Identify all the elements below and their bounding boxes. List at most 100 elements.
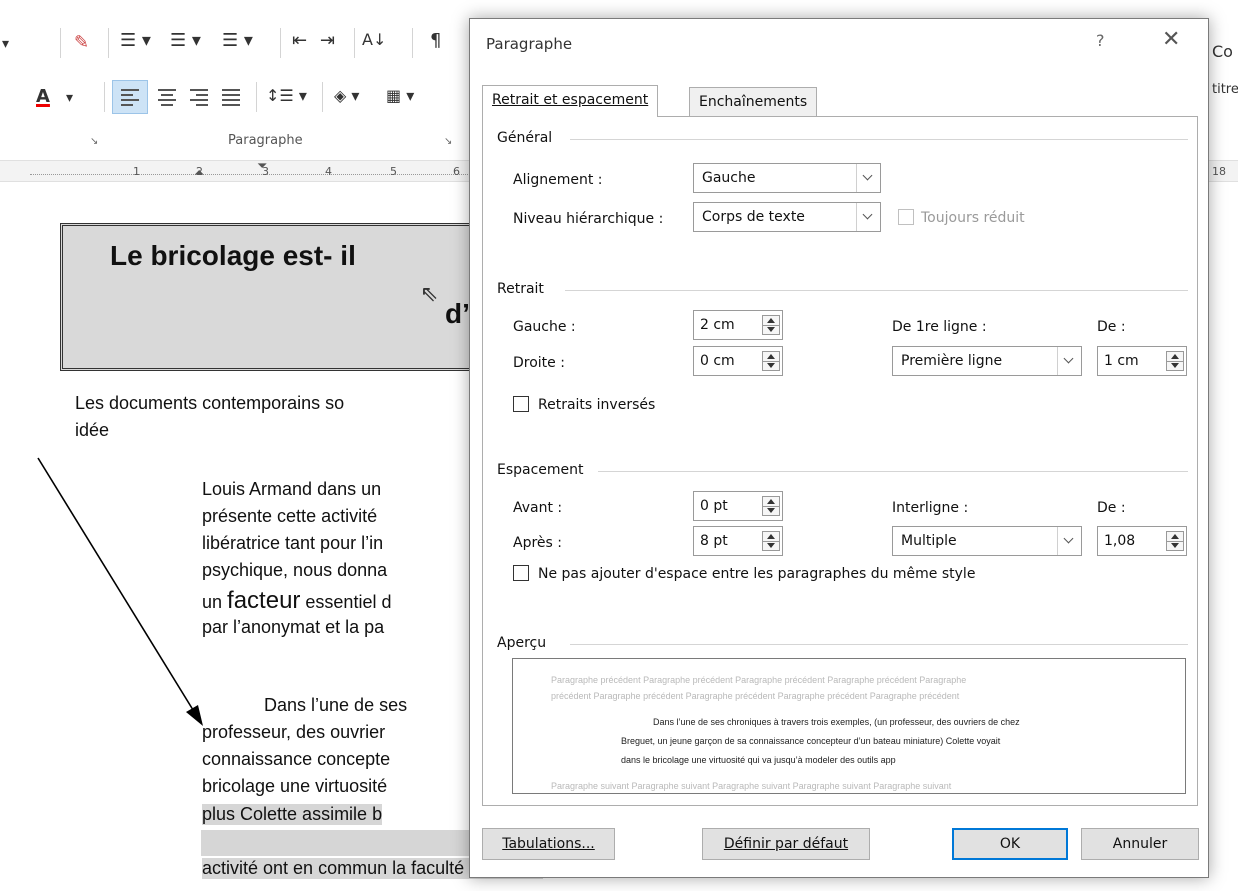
- tabs-button[interactable]: Tabulations...: [482, 828, 615, 860]
- button-label: OK: [999, 836, 1021, 852]
- spacing-after-spinner[interactable]: 8 pt: [693, 526, 783, 556]
- separator: [104, 82, 105, 112]
- style-fragment: Co: [1212, 42, 1233, 61]
- indent-right-label: Droite :: [513, 355, 565, 371]
- justify-icon[interactable]: [222, 89, 240, 109]
- paragraph-launcher-icon[interactable]: ↘: [444, 136, 452, 147]
- special-indent-select[interactable]: Première ligne: [892, 346, 1082, 376]
- doc-text-segment: essentiel d: [300, 592, 392, 612]
- ruler-number: 6: [453, 165, 460, 178]
- tab-line-page-breaks[interactable]: Enchaînements: [689, 87, 818, 117]
- spinner-value: 0 cm: [700, 353, 735, 369]
- chevron-down-icon: [1057, 527, 1081, 555]
- separator: [412, 28, 413, 58]
- button-label: Annuler: [1112, 836, 1168, 852]
- indent-right-spinner[interactable]: 0 cm: [693, 346, 783, 376]
- borders-icon[interactable]: ▦ ▾: [386, 86, 414, 105]
- special-indent-label: De 1re ligne :: [892, 319, 987, 335]
- numbering-icon[interactable]: ☰ ▾: [170, 30, 201, 51]
- spinner-arrows-icon[interactable]: [762, 351, 780, 371]
- style-fragment: titre: [1212, 82, 1238, 97]
- dropdown-arrow-icon[interactable]: ▾: [66, 90, 73, 106]
- preview-previous-line: précédent Paragraphe précédent Paragraph…: [551, 691, 960, 701]
- hanging-indent-marker-icon[interactable]: ⏶: [194, 167, 204, 180]
- doc-paragraph-line: idée: [75, 420, 110, 440]
- section-divider: [570, 139, 1188, 140]
- dialog-launcher-icon[interactable]: ↘: [90, 136, 98, 147]
- spinner-arrows-icon[interactable]: [762, 531, 780, 551]
- line-spacing-label: Interligne :: [892, 500, 969, 516]
- outline-level-label: Niveau hiérarchique :: [513, 211, 664, 227]
- decrease-indent-icon[interactable]: ⇤: [292, 30, 307, 51]
- ribbon-group-label: Paragraphe: [228, 133, 303, 148]
- preview-current-line: Dans l’une de ses chroniques à travers t…: [653, 717, 1020, 727]
- ruler-number: 18: [1212, 165, 1226, 178]
- dropdown-arrow-icon[interactable]: ▾: [2, 36, 9, 52]
- collapsed-checkbox[interactable]: [898, 209, 914, 225]
- align-center-icon[interactable]: [158, 89, 176, 109]
- collapsed-label: Toujours réduit: [921, 210, 1025, 226]
- doc-paragraph-line: libératrice tant pour l’in: [202, 533, 384, 553]
- preview-current-line: dans le bricolage une virtuosité qui va …: [621, 755, 896, 765]
- align-right-icon[interactable]: [190, 89, 208, 109]
- line-spacing-at-spinner[interactable]: 1,08: [1097, 526, 1187, 556]
- mirror-indents-checkbox[interactable]: [513, 396, 529, 412]
- clear-format-icon[interactable]: ✎: [74, 32, 89, 53]
- section-preview: Aperçu: [497, 635, 553, 651]
- doc-paragraph-line: Les documents contemporains so: [75, 393, 345, 413]
- spacing-before-label: Avant :: [513, 500, 563, 516]
- ruler-number: 4: [325, 165, 332, 178]
- separator: [280, 28, 281, 58]
- mouse-cursor-icon: ⇖: [420, 282, 439, 307]
- select-value: Première ligne: [901, 353, 1003, 369]
- cancel-button[interactable]: Annuler: [1081, 828, 1199, 860]
- no-space-same-style-checkbox[interactable]: [513, 565, 529, 581]
- spinner-value: 1 cm: [1104, 353, 1139, 369]
- mirror-indents-label: Retraits inversés: [538, 397, 656, 413]
- doc-paragraph-line: connaissance concepte: [202, 749, 391, 769]
- alignment-label: Alignement :: [513, 172, 603, 188]
- alignment-select[interactable]: Gauche: [693, 163, 881, 193]
- text-highlight: [201, 830, 481, 856]
- first-line-indent-marker-icon[interactable]: ⏷: [257, 159, 267, 174]
- chevron-down-icon: [856, 203, 880, 231]
- increase-indent-icon[interactable]: ⇥: [320, 30, 335, 51]
- doc-paragraph-line: psychique, nous donna: [202, 560, 388, 580]
- font-color-icon[interactable]: A: [36, 86, 50, 107]
- doc-paragraph-line: Louis Armand dans un: [202, 479, 382, 499]
- ruler-number: 1: [133, 165, 140, 178]
- sort-icon[interactable]: A↓: [362, 30, 386, 49]
- spinner-value: 8 pt: [700, 533, 728, 549]
- set-default-button[interactable]: Définir par défaut: [702, 828, 870, 860]
- bullets-icon[interactable]: ☰ ▾: [120, 30, 151, 51]
- spinner-arrows-icon[interactable]: [1166, 351, 1184, 371]
- shading-icon[interactable]: ◈ ▾: [334, 86, 359, 105]
- line-spacing-select[interactable]: Multiple: [892, 526, 1082, 556]
- indent-by-spinner[interactable]: 1 cm: [1097, 346, 1187, 376]
- preview-next-line: Paragraphe suivant Paragraphe suivant Pa…: [551, 781, 952, 791]
- spinner-arrows-icon[interactable]: [1166, 531, 1184, 551]
- section-divider: [565, 290, 1188, 291]
- doc-paragraph-line: par l’anonymat et la pa: [202, 617, 385, 637]
- spacing-before-spinner[interactable]: 0 pt: [693, 491, 783, 521]
- doc-text-large: facteur: [227, 587, 301, 614]
- tab-indent-spacing[interactable]: Retrait et espacement: [482, 85, 659, 117]
- close-icon[interactable]: ✕: [1162, 27, 1180, 52]
- preview-current-line: Breguet, un jeune garçon de sa connaissa…: [621, 736, 1001, 746]
- spinner-value: 0 pt: [700, 498, 728, 514]
- spinner-arrows-icon[interactable]: [762, 496, 780, 516]
- ok-button[interactable]: OK: [952, 828, 1068, 860]
- indent-left-label: Gauche :: [513, 319, 576, 335]
- select-value: Corps de texte: [702, 209, 805, 225]
- doc-title-line: d’: [445, 298, 470, 329]
- indent-left-spinner[interactable]: 2 cm: [693, 310, 783, 340]
- line-spacing-at-label: De :: [1097, 500, 1126, 516]
- multilevel-list-icon[interactable]: ☰ ▾: [222, 30, 253, 51]
- separator: [108, 28, 109, 58]
- doc-paragraph-line: bricolage une virtuosité: [202, 776, 388, 796]
- line-spacing-icon[interactable]: ↕☰ ▾: [266, 86, 307, 105]
- spinner-arrows-icon[interactable]: [762, 315, 780, 335]
- outline-level-select[interactable]: Corps de texte: [693, 202, 881, 232]
- help-icon[interactable]: ?: [1096, 31, 1105, 50]
- pilcrow-icon[interactable]: ¶: [430, 30, 441, 51]
